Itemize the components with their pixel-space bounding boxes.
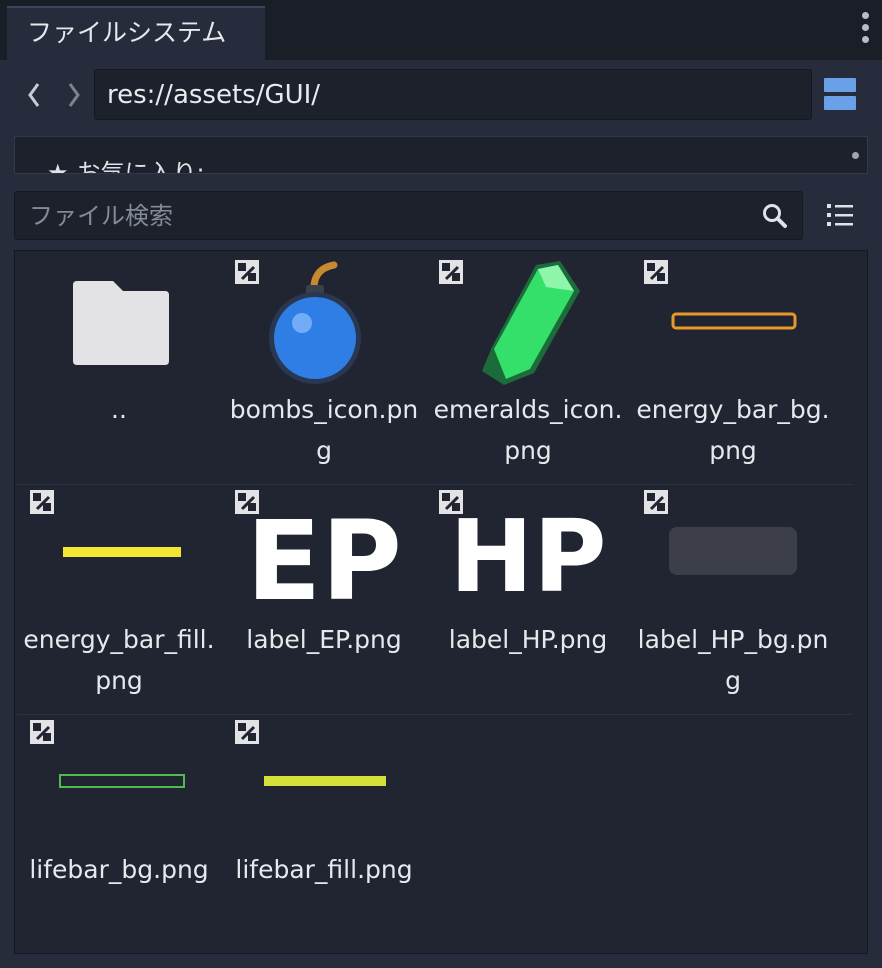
import-icon: [235, 490, 259, 514]
file-name: lifebar_fill.png: [235, 855, 413, 884]
svg-text:HP: HP: [450, 498, 607, 615]
file-item[interactable]: EP label_EP.png: [222, 481, 426, 707]
file-name: emeralds_icon.png: [433, 395, 623, 465]
import-icon: [439, 260, 463, 284]
kebab-menu-icon[interactable]: [858, 12, 872, 48]
file-item[interactable]: bombs_icon.png: [222, 251, 426, 477]
file-name: label_HP.png: [448, 625, 608, 654]
path-field[interactable]: res://assets/GUI/: [94, 69, 812, 120]
file-search-input[interactable]: [15, 192, 745, 239]
star-icon: ★: [47, 159, 69, 174]
chevron-right-icon[interactable]: [62, 80, 86, 110]
search-icon: [763, 204, 787, 228]
file-item[interactable]: energy_bar_bg.png: [631, 251, 835, 477]
file-item[interactable]: emeralds_icon.png: [426, 251, 630, 477]
favorites-tree[interactable]: ★ お気に入り:: [14, 136, 868, 174]
import-icon: [30, 720, 54, 744]
file-item[interactable]: lifebar_bg.png: [17, 711, 221, 937]
file-item[interactable]: label_HP_bg.png: [631, 481, 835, 707]
import-icon: [439, 490, 463, 514]
file-name: bombs_icon.png: [229, 395, 419, 465]
file-name: label_EP.png: [246, 625, 402, 654]
tab-filesystem[interactable]: ファイルシステム: [7, 6, 265, 60]
file-name: energy_bar_bg.png: [636, 395, 830, 465]
file-search: [14, 191, 803, 240]
dock-tab-bar: ファイルシステム: [0, 0, 882, 60]
file-name: ..: [111, 395, 127, 424]
file-item[interactable]: HP label_HP.png: [426, 481, 630, 707]
split-view-icon[interactable]: [824, 78, 856, 110]
import-icon: [30, 490, 54, 514]
folder-icon: [73, 281, 169, 365]
favorites-label: お気に入り:: [76, 159, 205, 174]
scroll-indicator: [852, 152, 859, 159]
import-icon: [235, 720, 259, 744]
import-icon: [644, 490, 668, 514]
chevron-left-icon[interactable]: [22, 80, 46, 110]
import-icon: [644, 260, 668, 284]
file-item[interactable]: energy_bar_fill.png: [17, 481, 221, 707]
file-name: label_HP_bg.png: [637, 625, 829, 695]
import-icon: [235, 260, 259, 284]
list-view-icon[interactable]: [826, 201, 854, 229]
file-grid: .. bombs_icon.png emeralds_icon.png ener…: [14, 250, 868, 954]
file-item[interactable]: lifebar_fill.png: [222, 711, 426, 937]
file-name: lifebar_bg.png: [29, 855, 209, 884]
file-item[interactable]: ..: [17, 251, 221, 477]
svg-text:EP: EP: [246, 497, 402, 625]
file-name: energy_bar_fill.png: [23, 625, 215, 695]
